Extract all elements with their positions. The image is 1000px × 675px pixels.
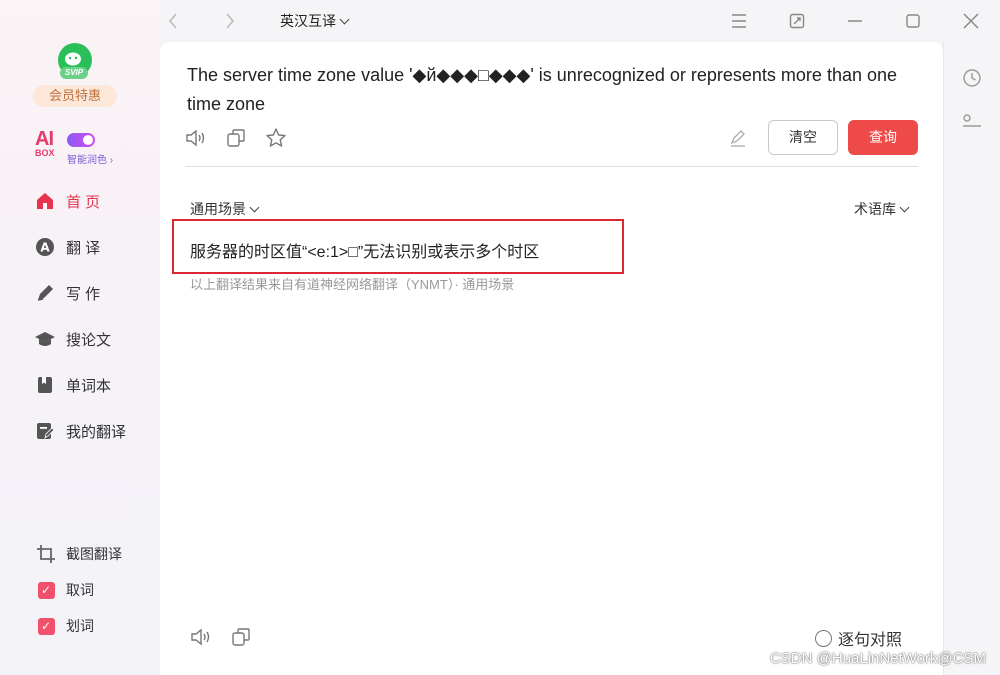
svip-badge: SVIP	[60, 67, 88, 79]
tool-label: 划词	[66, 618, 94, 634]
bookmark-icon	[34, 374, 56, 396]
chevron-down-icon	[899, 202, 910, 212]
divider	[185, 166, 918, 167]
copy-icon[interactable]	[230, 626, 252, 648]
radio-icon[interactable]	[815, 629, 832, 647]
speaker-icon[interactable]	[190, 626, 212, 648]
translation-panel: The server time zone value '◆й◆◆◆□◆◆◆' i…	[160, 42, 943, 675]
sidebar-item-papers[interactable]: 搜论文	[34, 326, 111, 352]
aibox-ai-text: AI	[35, 128, 54, 150]
speaker-icon[interactable]	[185, 127, 207, 149]
crop-icon	[36, 544, 56, 564]
source-actions	[185, 127, 287, 149]
sidebar-item-write[interactable]: 写 作	[34, 280, 100, 306]
svg-text:A: A	[40, 241, 50, 255]
sidebar-item-home[interactable]: 首 页	[34, 188, 100, 214]
handwriting-icon[interactable]	[728, 128, 748, 148]
settings-slider-icon[interactable]	[962, 112, 982, 132]
translate-icon: A	[34, 236, 56, 258]
sidebar-item-label: 单词本	[66, 377, 112, 395]
scene-selector[interactable]: 通用场景	[190, 199, 260, 219]
home-icon	[34, 190, 56, 212]
term-library-selector[interactable]: 术语库	[854, 199, 910, 219]
back-arrow-icon[interactable]	[163, 11, 183, 31]
result-actions	[190, 626, 252, 648]
tool-label: 截图翻译	[66, 546, 122, 562]
maximize-icon[interactable]	[903, 11, 923, 31]
document-edit-icon	[34, 420, 56, 442]
query-button[interactable]: 查询	[848, 120, 918, 155]
word-select-toggle[interactable]: ✓ 划词	[36, 615, 94, 637]
language-label: 英汉互译	[280, 13, 336, 29]
source-text-input[interactable]: The server time zone value '◆й◆◆◆□◆◆◆' i…	[187, 61, 927, 119]
aibox-box-text: BOX	[35, 148, 55, 158]
smart-polish-label[interactable]: 智能润色 ›	[67, 151, 113, 166]
watermark: CSDN @HuaLinNetWork@CSM	[769, 650, 986, 667]
sidebar-item-translate[interactable]: A 翻 译	[34, 234, 100, 260]
chevron-down-icon	[339, 14, 350, 24]
member-offer-button[interactable]: 会员特惠	[33, 85, 117, 107]
mini-mode-icon[interactable]	[787, 11, 807, 31]
close-icon[interactable]	[961, 11, 981, 31]
forward-arrow-icon[interactable]	[220, 11, 240, 31]
checkbox-checked-icon[interactable]: ✓	[36, 616, 56, 636]
minimize-icon[interactable]	[845, 11, 865, 31]
sentence-align-option[interactable]: 逐句对照	[815, 626, 902, 650]
sidebar-item-my-translations[interactable]: 我的翻译	[34, 418, 126, 444]
language-selector[interactable]: 英汉互译	[280, 11, 350, 31]
clear-button[interactable]: 清空	[768, 120, 838, 155]
sidebar-item-label: 首 页	[66, 193, 101, 211]
star-icon[interactable]	[265, 127, 287, 149]
checkbox-checked-icon[interactable]: ✓	[36, 580, 56, 600]
sentence-align-label: 逐句对照	[838, 632, 903, 649]
sidebar-item-label: 我的翻译	[66, 423, 127, 441]
sidebar: SVIP 会员特惠 AI BOX 智能润色 › 首 页 A 翻 译 写 作 搜论…	[0, 0, 160, 675]
screenshot-translate-button[interactable]: 截图翻译	[36, 543, 122, 565]
graduation-cap-icon	[34, 328, 56, 350]
translation-result: 服务器的时区值“<e:1>□”无法识别或表示多个时区	[190, 244, 540, 261]
titlebar: 英汉互译	[160, 0, 1000, 42]
tool-label: 取词	[66, 582, 94, 598]
pen-icon	[34, 282, 56, 304]
translation-source-note: 以上翻译结果来自有道神经网络翻译（YNMT）· 通用场景	[190, 277, 515, 292]
chevron-down-icon	[249, 202, 260, 212]
sidebar-item-label: 写 作	[66, 285, 101, 303]
smart-polish-toggle[interactable]	[67, 133, 95, 147]
aibox-logo[interactable]: AI BOX	[35, 128, 55, 158]
sidebar-item-label: 搜论文	[66, 331, 112, 349]
history-clock-icon[interactable]	[962, 68, 982, 88]
sidebar-item-label: 翻 译	[66, 239, 101, 257]
right-rail	[943, 42, 1000, 675]
scene-label: 通用场景	[190, 201, 246, 217]
term-library-label: 术语库	[854, 201, 896, 217]
sidebar-item-wordbook[interactable]: 单词本	[34, 372, 111, 398]
word-pick-toggle[interactable]: ✓ 取词	[36, 579, 94, 601]
copy-icon[interactable]	[225, 127, 247, 149]
menu-icon[interactable]	[729, 11, 749, 31]
